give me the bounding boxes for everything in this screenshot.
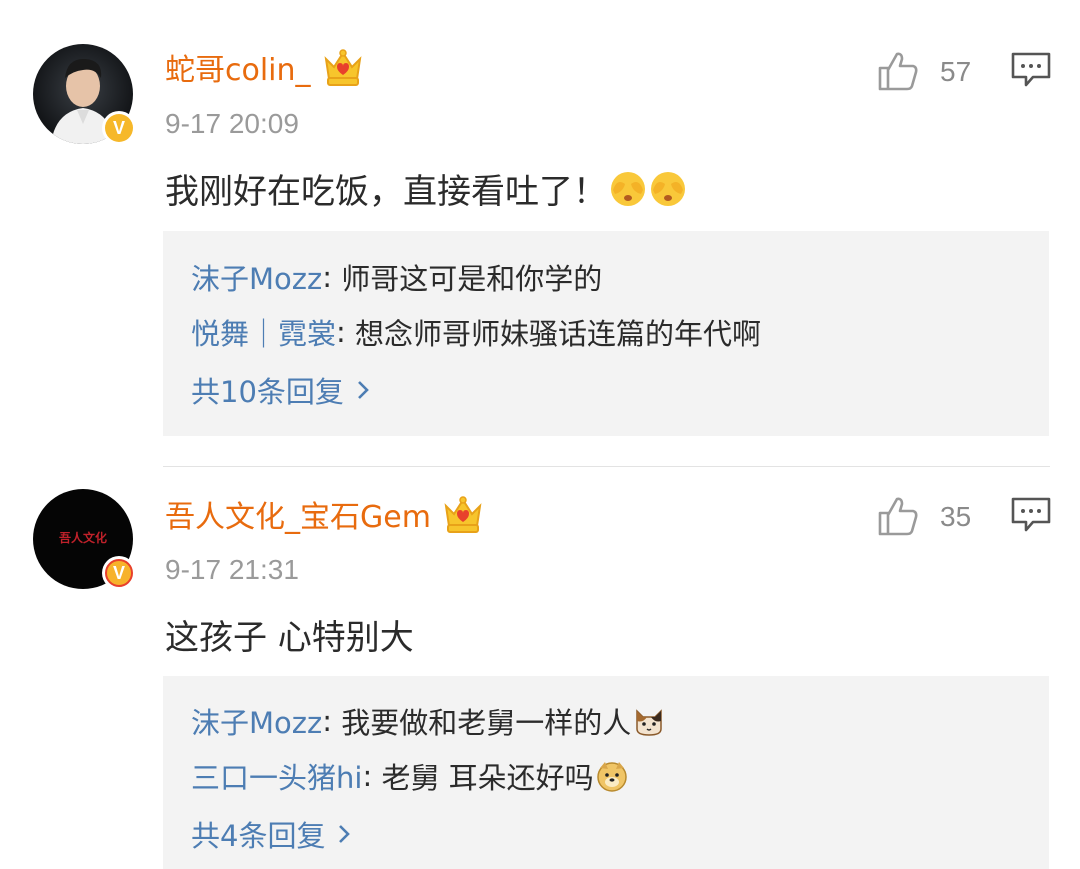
crown-badge-icon[interactable] — [441, 492, 485, 536]
cover-face-emoji-icon — [611, 171, 645, 206]
more-replies-link[interactable]: 共4条回复 — [191, 813, 351, 855]
like-count: 57 — [940, 56, 972, 87]
more-replies-text[interactable]: 共4条回复 — [191, 813, 325, 855]
comment-username[interactable]: 吾人文化_宝石Gem — [165, 492, 485, 536]
reply-separator: : — [336, 315, 356, 349]
like-icon[interactable] — [877, 50, 919, 92]
reply-username[interactable]: 悦舞｜霓裳 — [191, 311, 336, 353]
cat-emoji-icon — [636, 709, 662, 736]
comment-username[interactable]: 蛇哥colin_ — [165, 45, 365, 89]
reply-text: 我要做和老舅一样的人 — [341, 706, 632, 740]
comment-timestamp: 9-17 20:09 — [165, 108, 299, 139]
reply-item[interactable]: 沫子Mozz : 师哥这可是和你学的 — [191, 256, 602, 298]
comment-list: V 蛇哥colin_ 9-17 20:09 我刚好在吃饭，直接看吐了！ 57 沫… — [0, 0, 1080, 869]
crown-badge-icon[interactable] — [321, 45, 365, 89]
comment-timestamp: 9-17 21:31 — [165, 554, 299, 585]
like-icon[interactable] — [877, 495, 919, 537]
reply-preview-box[interactable]: 沫子Mozz : 师哥这可是和你学的 悦舞｜霓裳 : 想念师哥师妹骚话连篇的年代… — [163, 231, 1049, 436]
reply-item[interactable]: 悦舞｜霓裳 : 想念师哥师妹骚话连篇的年代啊 — [191, 311, 761, 353]
username-text[interactable]: 吾人文化_宝石Gem — [165, 492, 431, 536]
comment-text: 这孩子 心特别大 — [165, 610, 414, 659]
avatar-logo-text: 吾人文化 — [58, 531, 107, 545]
verified-badge: V — [102, 556, 136, 590]
more-replies-link[interactable]: 共10条回复 — [191, 369, 370, 411]
cover-face-emoji-icon — [651, 171, 685, 206]
chevron-right-icon — [357, 381, 369, 399]
reply-preview-box[interactable]: 沫子Mozz : 我要做和老舅一样的人 三口一头猪hi : 老舅 耳朵还好吗 共… — [163, 676, 1049, 869]
comment-item: V 蛇哥colin_ 9-17 20:09 我刚好在吃饭，直接看吐了！ 57 沫… — [0, 0, 1080, 466]
comment-text-content: 这孩子 心特别大 — [165, 618, 414, 658]
reply-username[interactable]: 三口一头猪hi — [191, 755, 362, 797]
comment-text-content: 我刚好在吃饭，直接看吐了！ — [165, 172, 607, 212]
avatar[interactable]: V — [33, 44, 136, 145]
verified-v-icon: V — [105, 559, 133, 587]
reply-icon[interactable] — [1011, 497, 1051, 533]
reply-username[interactable]: 沫子Mozz — [191, 700, 322, 742]
username-text[interactable]: 蛇哥colin_ — [165, 45, 311, 89]
reply-text: 想念师哥师妹骚话连篇的年代啊 — [355, 317, 762, 351]
comment-text: 我刚好在吃饭，直接看吐了！ — [165, 164, 687, 213]
avatar[interactable]: 吾人文化 V — [33, 489, 136, 590]
verified-badge: V — [102, 111, 136, 145]
like-count: 35 — [940, 501, 972, 532]
reply-separator: : — [322, 704, 342, 738]
reply-separator: : — [362, 759, 382, 793]
reply-text: 师哥这可是和你学的 — [341, 262, 603, 296]
reply-item[interactable]: 沫子Mozz : 我要做和老舅一样的人 — [191, 700, 665, 742]
verified-v-icon: V — [105, 114, 133, 142]
reply-icon[interactable] — [1011, 52, 1051, 88]
doge-emoji-icon — [596, 762, 627, 792]
more-replies-text[interactable]: 共10条回复 — [191, 369, 344, 411]
reply-text: 老舅 耳朵还好吗 — [381, 761, 594, 795]
chevron-right-icon — [339, 825, 351, 843]
reply-username[interactable]: 沫子Mozz — [191, 256, 322, 298]
reply-separator: : — [322, 260, 342, 294]
comment-item: 吾人文化 V 吾人文化_宝石Gem 9-17 21:31 这孩子 心特别大 35 — [0, 467, 1080, 869]
reply-item[interactable]: 三口一头猪hi : 老舅 耳朵还好吗 — [191, 755, 628, 797]
